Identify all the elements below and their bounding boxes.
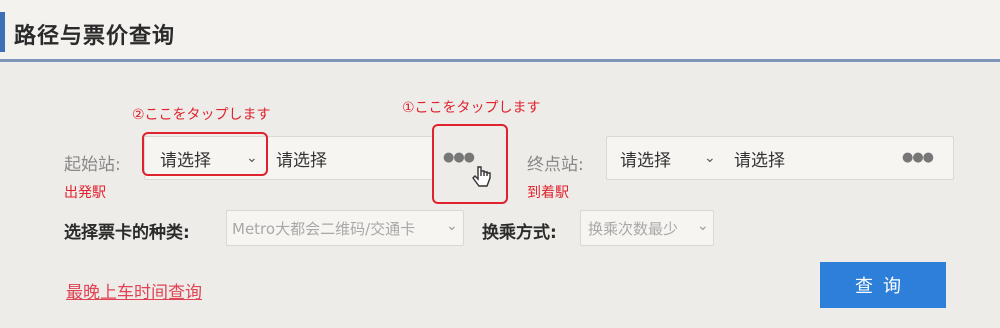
annotation-tap-origin: ②ここをタップします <box>132 107 271 123</box>
annotation-destination-note: 到着駅 <box>527 185 569 201</box>
page-title: 路径与票价查询 <box>14 24 176 49</box>
origin-label: 起始站: <box>64 155 121 175</box>
page-frame: 路径与票价查询 ②ここをタップします ①ここをタップします 起始站: 出発駅 请… <box>0 0 1000 328</box>
annotation-box-swap <box>432 124 508 204</box>
destination-station-select[interactable]: 请选择 <box>734 138 785 178</box>
destination-dots-icon[interactable]: ●●● <box>902 150 934 165</box>
chevron-down-icon: ⌄ <box>446 218 458 234</box>
ticket-type-select[interactable]: Metro大都会二维码/交通卡 <box>232 208 415 248</box>
chevron-down-icon: ⌄ <box>697 218 709 234</box>
chevron-down-icon: ⌄ <box>704 150 716 166</box>
page-header: 路径与票价查询 <box>0 0 1000 62</box>
transfer-label: 换乘方式: <box>482 223 557 243</box>
ticket-type-label: 选择票卡的种类: <box>64 223 190 243</box>
annotation-box-origin <box>142 132 268 176</box>
header-accent-bar <box>0 12 5 52</box>
annotation-origin-note: 出発駅 <box>64 185 106 201</box>
hand-cursor-icon <box>472 166 491 187</box>
origin-station-select[interactable]: 请选择 <box>276 138 327 178</box>
transfer-select[interactable]: 换乘次数最少 <box>588 208 678 248</box>
destination-label: 终点站: <box>527 155 584 175</box>
annotation-tap-swap: ①ここをタップします <box>402 100 541 116</box>
last-train-link[interactable]: 最晚上车时间查询 <box>66 278 202 303</box>
query-button[interactable]: 查询 <box>820 262 946 308</box>
destination-line-select[interactable]: 请选择 <box>620 138 671 178</box>
